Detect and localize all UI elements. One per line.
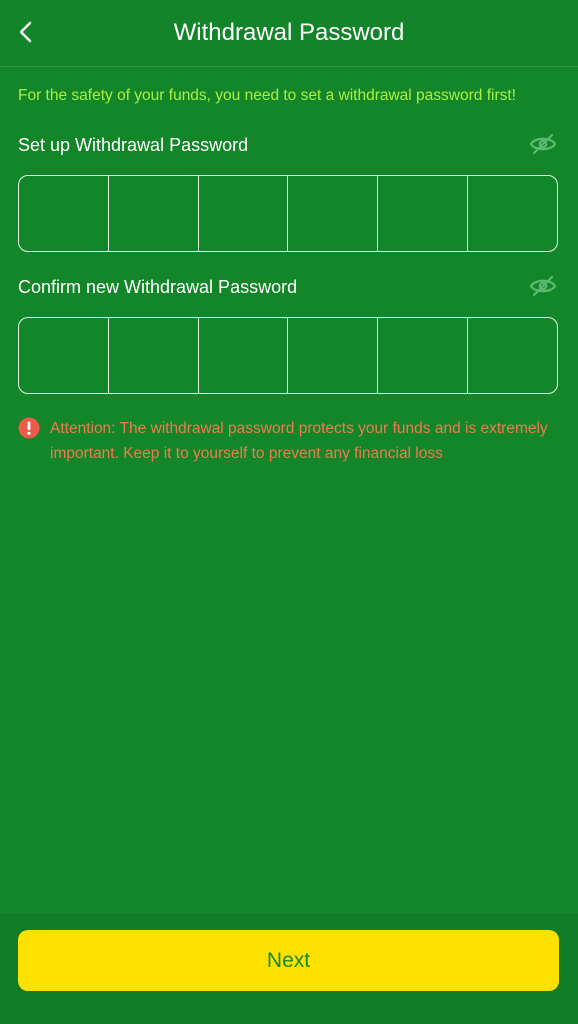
- safety-notice: For the safety of your funds, you need t…: [18, 87, 516, 104]
- confirm-password-input[interactable]: [18, 317, 558, 394]
- next-button[interactable]: Next: [18, 930, 559, 991]
- confirm-digit-1[interactable]: [19, 318, 109, 393]
- setup-digit-1[interactable]: [19, 176, 109, 251]
- footer-bar: Next: [0, 913, 578, 1024]
- setup-password-visibility-toggle[interactable]: [528, 132, 558, 156]
- setup-digit-3[interactable]: [199, 176, 289, 251]
- attention-text: Attention: The withdrawal password prote…: [50, 420, 548, 462]
- confirm-password-label: Confirm new Withdrawal Password: [18, 277, 298, 297]
- eye-off-icon: [529, 275, 557, 297]
- confirm-digit-6[interactable]: [468, 318, 557, 393]
- setup-digit-4[interactable]: [288, 176, 379, 251]
- page-title: Withdrawal Password: [173, 19, 405, 46]
- setup-digit-5[interactable]: [378, 176, 469, 251]
- confirm-password-visibility-toggle[interactable]: [528, 274, 558, 298]
- confirm-digit-5[interactable]: [378, 318, 469, 393]
- setup-password-label: Set up Withdrawal Password: [18, 135, 249, 155]
- setup-password-input[interactable]: [18, 175, 558, 252]
- eye-off-icon: [529, 133, 557, 155]
- header-bar: Withdrawal Password: [0, 0, 578, 67]
- setup-digit-2[interactable]: [109, 176, 199, 251]
- confirm-digit-4[interactable]: [288, 318, 379, 393]
- setup-digit-6[interactable]: [468, 176, 557, 251]
- confirm-digit-2[interactable]: [109, 318, 199, 393]
- exclamation-circle-icon: [18, 417, 40, 439]
- confirm-digit-3[interactable]: [199, 318, 289, 393]
